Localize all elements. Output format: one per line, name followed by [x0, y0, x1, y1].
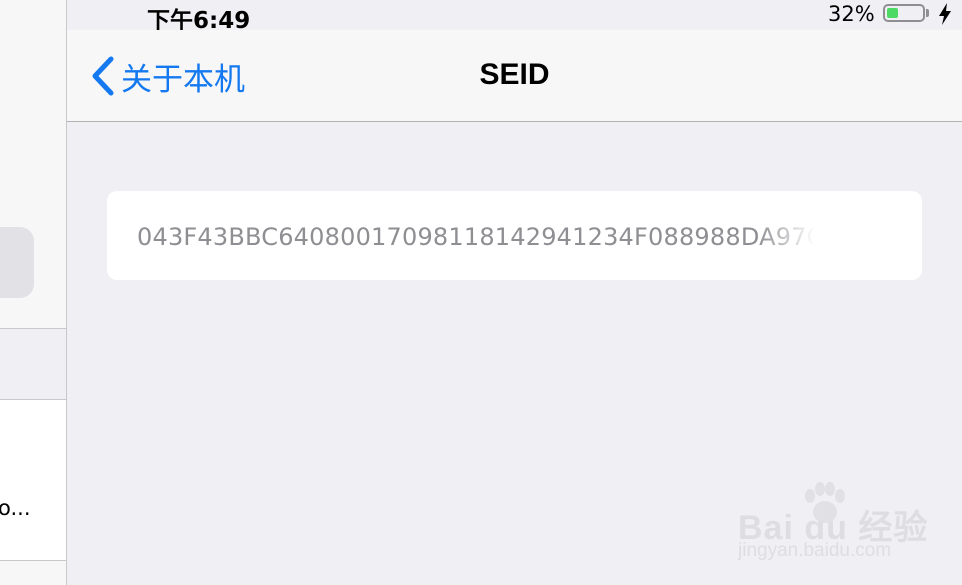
- navigation-bar: 关于本机 SEID: [67, 30, 962, 122]
- baidu-watermark: Bai du 经验 jingyan.baidu.com: [738, 482, 960, 572]
- battery-icon: [883, 4, 925, 22]
- list-item[interactable]: [0, 400, 66, 560]
- battery-fill: [887, 8, 898, 18]
- group-spacer: [0, 329, 66, 399]
- redaction-blur: [757, 201, 922, 271]
- selected-row-highlight[interactable]: [0, 227, 34, 298]
- seid-cell[interactable]: 043F43BBC64080017098118142941234F088988D…: [107, 191, 922, 280]
- status-bar: 下午6:49 32%: [0, 0, 962, 34]
- list-item-label: o...: [0, 496, 31, 520]
- lightning-bolt-icon: [939, 3, 951, 25]
- watermark-url: jingyan.baidu.com: [738, 540, 892, 561]
- seid-value: 043F43BBC64080017098118142941234F088988D…: [137, 223, 826, 251]
- battery-cap: [926, 9, 929, 17]
- battery-percent: 32%: [828, 2, 875, 26]
- master-pane: o...: [0, 0, 67, 585]
- page-title: SEID: [479, 58, 550, 91]
- paw-icon: [805, 482, 845, 523]
- divider: [0, 560, 66, 561]
